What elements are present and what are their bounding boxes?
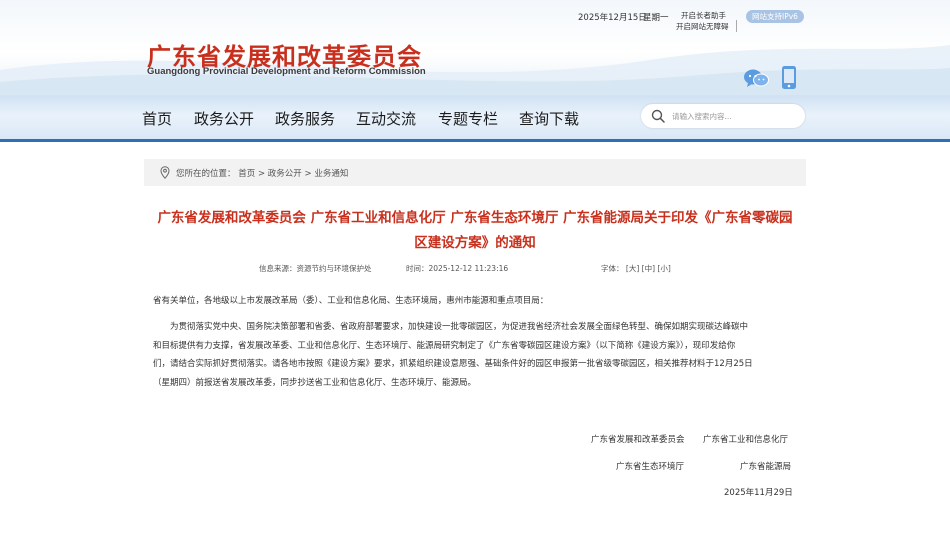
article-title-line-2: 区建设方案》的通知 xyxy=(414,235,536,251)
font-size-label: 字体： xyxy=(601,264,624,273)
accessibility-link[interactable]: 开启网站无障碍 xyxy=(676,21,729,32)
article-salutation: 省有关单位，各地级以上市发展改革局（委）、工业和信息化局、生态环境局，惠州市能源… xyxy=(153,296,549,306)
site-header: 广东省发展和改革委员会 Guangdong Provincial Develop… xyxy=(0,0,950,95)
location-pin-icon xyxy=(160,166,170,179)
signature-org-1: 广东省发展和改革委员会 xyxy=(591,435,685,445)
search-input[interactable] xyxy=(672,108,797,124)
assist-links: 开启长者助手 开启网站无障碍 xyxy=(676,10,729,32)
nav-item-query-download[interactable]: 查询下载 xyxy=(519,108,579,129)
search-box[interactable] xyxy=(641,104,805,128)
breadcrumb-prefix: 您所在的位置： xyxy=(176,169,236,179)
font-size-small[interactable]: [小] xyxy=(657,264,670,273)
signature-date: 2025年11月29日 xyxy=(724,488,793,498)
article-body: 为贯彻落实党中央、国务院决策部署和省委、省政府部署要求，加快建设一批零碳园区，为… xyxy=(153,318,795,392)
breadcrumb-separator: > xyxy=(304,169,312,179)
nav-item-gov-affairs[interactable]: 政务公开 xyxy=(194,108,254,129)
signature-org-2: 广东省工业和信息化厅 xyxy=(703,435,789,445)
nav-bottom-border xyxy=(0,139,950,142)
article-body-line: （星期四）前报送省发展改革委，同步抄送省工业和信息化厅、生态环境厅、能源局。 xyxy=(153,377,477,388)
breadcrumb-trail: 您所在的位置： 首页 > 政务公开 > 业务通知 xyxy=(176,167,348,179)
elder-mode-link[interactable]: 开启长者助手 xyxy=(676,10,729,21)
current-date: 2025年12月15日 xyxy=(578,13,647,23)
breadcrumb: 您所在的位置： 首页 > 政务公开 > 业务通知 xyxy=(144,159,806,186)
font-size-medium[interactable]: [中] xyxy=(642,264,655,273)
article-body-line: 们，请结合实际抓好贯彻落实。请各地市按照《建设方案》要求，抓紧组织建设意愿强、基… xyxy=(153,359,753,369)
main-nav: 首页 政务公开 政务服务 互动交流 专题专栏 查询下载 xyxy=(0,95,950,140)
breadcrumb-separator: > xyxy=(257,169,266,179)
nav-item-interaction[interactable]: 互动交流 xyxy=(356,108,416,129)
article-time: 时间：2025-12-12 11:23:16 xyxy=(406,264,509,273)
current-weekday: 星期一 xyxy=(643,13,669,23)
font-size-controls: 字体： [大] [中] [小] xyxy=(601,263,671,274)
wechat-icon[interactable] xyxy=(743,68,769,88)
mobile-icon[interactable] xyxy=(781,65,797,90)
site-logo-subtitle: Guangdong Provincial Development and Ref… xyxy=(147,66,426,77)
breadcrumb-item-home[interactable]: 首页 xyxy=(238,169,255,179)
article-body-line: 为贯彻落实党中央、国务院决策部署和省委、省政府部署要求，加快建设一批零碳园区，为… xyxy=(153,322,749,332)
topbar-divider xyxy=(736,20,737,32)
article-title: 广东省发展和改革委员会 广东省工业和信息化厅 广东省生态环境厅 广东省能源局关于… xyxy=(150,206,800,256)
article-body-line: 和目标提供有力支撑，省发展改革委、工业和信息化厅、生态环境厅、能源局研究制定了《… xyxy=(153,340,736,351)
nav-item-gov-services[interactable]: 政务服务 xyxy=(275,108,335,129)
breadcrumb-item-gov-affairs[interactable]: 政务公开 xyxy=(268,169,302,179)
article-title-line-1: 广东省发展和改革委员会 广东省工业和信息化厅 广东省生态环境厅 广东省能源局关于… xyxy=(157,210,793,226)
font-size-large[interactable]: [大] xyxy=(626,264,639,273)
nav-item-special-topics[interactable]: 专题专栏 xyxy=(438,108,498,129)
signature-org-3: 广东省生态环境厅 xyxy=(616,462,685,472)
signature-org-4: 广东省能源局 xyxy=(740,462,792,472)
search-icon[interactable] xyxy=(651,109,665,123)
ipv6-badge: 网站支持IPv6 xyxy=(746,10,804,23)
article-source: 信息来源：资源节约与环境保护处 xyxy=(259,264,372,273)
breadcrumb-item-notices[interactable]: 业务通知 xyxy=(314,169,348,179)
header-wave-decoration xyxy=(0,45,950,95)
nav-item-home[interactable]: 首页 xyxy=(142,108,172,129)
